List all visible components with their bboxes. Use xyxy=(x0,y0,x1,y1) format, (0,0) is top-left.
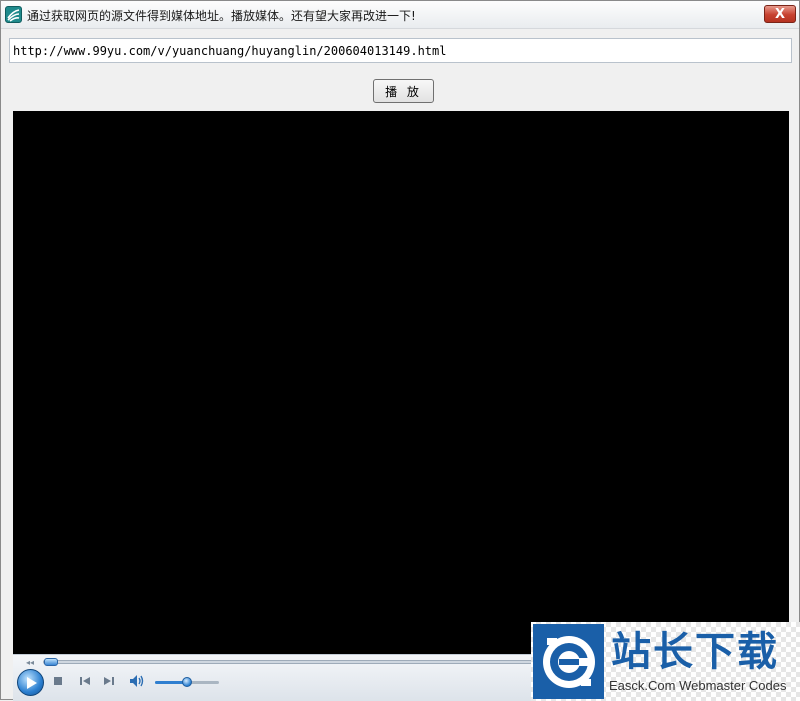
close-icon: X xyxy=(774,6,786,22)
close-button[interactable]: X xyxy=(764,5,796,23)
url-input[interactable] xyxy=(9,38,792,63)
seek-thumb[interactable] xyxy=(44,658,58,666)
app-icon xyxy=(5,6,22,23)
watermark-subtitle: Easck.Com Webmaster Codes xyxy=(609,678,787,693)
watermark-title: 站长下载 xyxy=(611,629,779,675)
play-icon xyxy=(27,677,37,689)
watermark-logo xyxy=(533,624,604,699)
video-display[interactable] xyxy=(13,111,789,654)
title-bar[interactable]: 通过获取网页的源文件得到媒体地址。播放媒体。还有望大家再改进一下! X xyxy=(1,1,799,29)
seek-rewind-icon: ◂◂ xyxy=(26,658,35,667)
player-play-button[interactable] xyxy=(17,669,44,696)
next-icon[interactable] xyxy=(103,676,115,686)
previous-icon[interactable] xyxy=(79,676,91,686)
volume-slider[interactable] xyxy=(155,677,219,687)
seek-bar[interactable] xyxy=(43,658,543,666)
volume-thumb[interactable] xyxy=(182,677,192,687)
speaker-icon[interactable] xyxy=(129,674,145,688)
stop-icon[interactable] xyxy=(53,676,63,686)
app-window: 通过获取网页的源文件得到媒体地址。播放媒体。还有望大家再改进一下! X 播 放 … xyxy=(0,0,800,701)
watermark: 站长下载 Easck.Com Webmaster Codes xyxy=(531,622,800,701)
window-title: 通过获取网页的源文件得到媒体地址。播放媒体。还有望大家再改进一下! xyxy=(27,9,416,23)
play-button[interactable]: 播 放 xyxy=(373,79,434,103)
